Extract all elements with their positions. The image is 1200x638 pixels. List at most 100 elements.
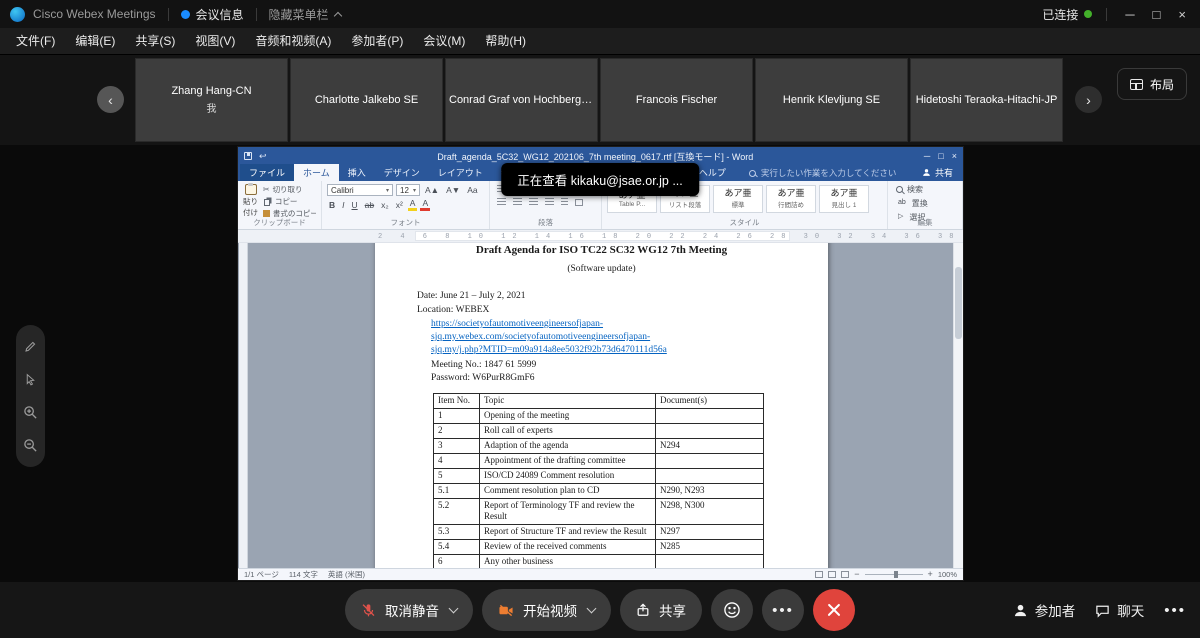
- paste-button[interactable]: 貼り付け: [243, 184, 259, 218]
- style-card[interactable]: あア亜行間詰め: [766, 185, 816, 213]
- word-tab[interactable]: ファイル: [240, 164, 294, 181]
- chat-button[interactable]: 聊天: [1095, 600, 1144, 620]
- horizontal-ruler[interactable]: 2 4 6 8 10 12 14 16 18 20 22 24 26 28 30…: [238, 230, 963, 243]
- layout-button[interactable]: 布局: [1117, 68, 1187, 100]
- unmute-button[interactable]: 取消静音: [345, 589, 473, 631]
- menu-item[interactable]: 共享(S): [125, 28, 185, 54]
- annotate-pen-icon[interactable]: [22, 338, 39, 355]
- save-icon[interactable]: [244, 152, 252, 160]
- shrink-font-icon[interactable]: A▼: [444, 184, 462, 196]
- menu-item[interactable]: 参加者(P): [341, 28, 413, 54]
- video-tile[interactable]: Zhang Hang-CN我: [135, 58, 288, 142]
- doc-heading: Draft Agenda for ISO TC22 SC32 WG12 7th …: [375, 244, 828, 256]
- zoom-out-icon[interactable]: [22, 437, 39, 454]
- doc-link[interactable]: sjq.my/j.php?MTID=m09a914a8ee5032f92b73d…: [431, 344, 828, 357]
- align-left-icon[interactable]: [495, 198, 508, 206]
- person-icon: [922, 168, 931, 177]
- share-button[interactable]: 共享: [620, 589, 702, 631]
- leave-meeting-button[interactable]: [813, 589, 855, 631]
- borders-icon[interactable]: [573, 199, 585, 206]
- replace-button[interactable]: ab置換: [896, 197, 957, 209]
- vertical-ruler[interactable]: [239, 243, 248, 568]
- tell-me-search[interactable]: 実行したい作業を入力してください: [749, 167, 897, 181]
- grow-font-icon[interactable]: A▲: [423, 184, 441, 196]
- word-count[interactable]: 114 文字: [289, 569, 318, 580]
- bold-icon[interactable]: B: [327, 199, 337, 211]
- font-size-combo[interactable]: 12▾: [396, 184, 420, 196]
- language-status[interactable]: 英語 (米国): [328, 569, 365, 580]
- align-right-icon[interactable]: [527, 198, 540, 206]
- maximize-button[interactable]: □: [1149, 7, 1165, 22]
- document-page[interactable]: Draft Agenda for ISO TC22 SC32 WG12 7th …: [375, 243, 828, 568]
- word-tab[interactable]: ホーム: [294, 164, 339, 181]
- menu-item[interactable]: 会议(M): [413, 28, 475, 54]
- zoom-slider[interactable]: [865, 574, 923, 576]
- superscript-icon[interactable]: x²: [394, 199, 405, 211]
- line-spacing-icon[interactable]: [559, 198, 570, 206]
- minimize-button[interactable]: ─: [1121, 7, 1138, 22]
- word-tab[interactable]: レイアウト: [429, 164, 492, 181]
- font-name-combo[interactable]: Calibri▾: [327, 184, 393, 196]
- style-card[interactable]: あア亜標準: [713, 185, 763, 213]
- video-tile[interactable]: Henrik Klevljung SE: [755, 58, 908, 142]
- next-participants-button[interactable]: ›: [1075, 86, 1102, 113]
- video-tile[interactable]: Hidetoshi Teraoka-Hitachi-JP: [910, 58, 1063, 142]
- font-color-icon[interactable]: A: [420, 199, 430, 211]
- menu-item[interactable]: 文件(F): [6, 28, 65, 54]
- strikethrough-icon[interactable]: ab: [363, 199, 376, 211]
- word-minimize-button[interactable]: ─: [924, 151, 930, 161]
- chevron-down-icon[interactable]: [587, 603, 597, 613]
- menu-item[interactable]: 音频和视频(A): [245, 28, 341, 54]
- pointer-icon[interactable]: [22, 371, 39, 388]
- word-share-button[interactable]: 共有: [914, 164, 961, 181]
- word-tab[interactable]: 挿入: [339, 164, 375, 181]
- web-layout-icon[interactable]: [841, 571, 849, 578]
- copy-button[interactable]: コピー: [263, 196, 316, 206]
- scrollbar-thumb[interactable]: [955, 267, 962, 339]
- video-tile[interactable]: Francois Fischer: [600, 58, 753, 142]
- divider: [256, 8, 257, 21]
- previous-participants-button[interactable]: ‹: [97, 86, 124, 113]
- word-document-title: Draft_agenda_5C32_WG12_202106_7th meetin…: [274, 150, 917, 163]
- zoom-out-button[interactable]: −: [854, 570, 859, 579]
- menu-item[interactable]: 视图(V): [185, 28, 245, 54]
- hide-menubar-button[interactable]: 隐藏菜单栏: [269, 6, 341, 23]
- underline-icon[interactable]: U: [350, 199, 360, 211]
- justify-icon[interactable]: [543, 198, 556, 206]
- undo-icon[interactable]: ↩: [259, 152, 267, 161]
- align-center-icon[interactable]: [511, 198, 524, 206]
- word-maximize-button[interactable]: □: [938, 151, 943, 161]
- copy-icon: [264, 199, 270, 206]
- zoom-in-icon[interactable]: [22, 404, 39, 421]
- chevron-down-icon[interactable]: [449, 603, 459, 613]
- table-cell: 5: [434, 469, 480, 484]
- search-icon: [749, 170, 756, 177]
- word-close-button[interactable]: ×: [952, 151, 957, 161]
- zoom-in-button[interactable]: +: [928, 570, 933, 579]
- cut-button[interactable]: 切り取り: [263, 184, 316, 194]
- zoom-level[interactable]: 100%: [938, 570, 957, 579]
- video-tile[interactable]: Conrad Graf von Hochberg …: [445, 58, 598, 142]
- start-video-button[interactable]: 开始视频: [482, 589, 611, 631]
- reactions-button[interactable]: [711, 589, 753, 631]
- doc-link[interactable]: https://societyofautomotiveengineersofja…: [431, 318, 828, 331]
- participants-button[interactable]: 参加者: [1013, 600, 1076, 620]
- print-layout-icon[interactable]: [828, 571, 836, 578]
- doc-link[interactable]: sjq.my.webex.com/societyofautomotiveengi…: [431, 331, 828, 344]
- highlight-color-icon[interactable]: A: [408, 199, 418, 211]
- menu-item[interactable]: 编辑(E): [65, 28, 125, 54]
- menu-item[interactable]: 帮助(H): [475, 28, 536, 54]
- close-button[interactable]: ×: [1174, 7, 1190, 22]
- find-button[interactable]: 検索: [896, 184, 957, 195]
- word-vertical-scrollbar[interactable]: [953, 243, 963, 568]
- meeting-info-button[interactable]: 会议信息: [181, 6, 244, 23]
- italic-icon[interactable]: I: [340, 199, 346, 211]
- video-tile[interactable]: Charlotte Jalkebo SE: [290, 58, 443, 142]
- subscript-icon[interactable]: x₂: [379, 199, 391, 211]
- style-card[interactable]: あア亜見出し 1: [819, 185, 869, 213]
- change-case-icon[interactable]: Aa: [465, 184, 479, 196]
- more-panel-button[interactable]: •••: [1164, 602, 1186, 619]
- more-options-button[interactable]: •••: [762, 589, 804, 631]
- read-mode-icon[interactable]: [815, 571, 823, 578]
- word-tab[interactable]: デザイン: [375, 164, 429, 181]
